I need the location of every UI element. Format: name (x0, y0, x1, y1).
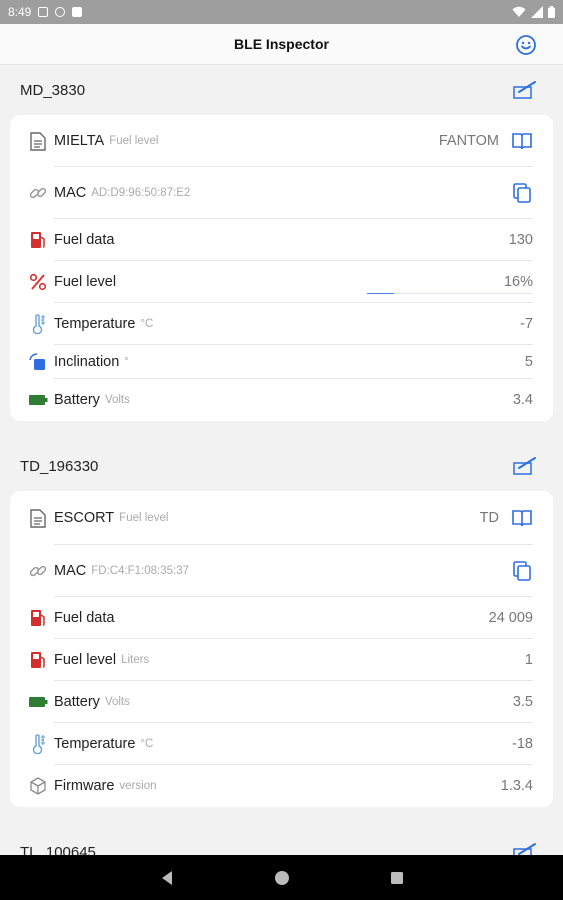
battery-icon (28, 692, 48, 712)
thermometer-icon (28, 314, 48, 334)
device-list: MD_3830 MIELTA Fuel level FANTOM MAC AD:… (0, 65, 563, 855)
row-label: Inclination (54, 354, 120, 370)
system-nav-bar (0, 855, 563, 900)
row-value: -7 (520, 316, 533, 332)
row-label: Fuel data (54, 610, 115, 626)
page-title: BLE Inspector (234, 36, 329, 52)
app-bar: BLE Inspector (0, 24, 563, 65)
notification-icon (38, 7, 49, 17)
device-name: TD_196330 (20, 457, 99, 475)
list-item: Firmware version 1.3.4 (10, 765, 553, 807)
signal-icon (531, 6, 543, 18)
mac-address: FD:C4:F1:08:35:37 (91, 565, 190, 577)
inclination-icon (28, 352, 48, 372)
link-icon (28, 561, 48, 581)
percent-icon (28, 272, 48, 292)
row-sublabel: °C (140, 738, 154, 750)
battery-icon (28, 390, 48, 410)
back-icon[interactable] (160, 870, 174, 886)
row-label: Fuel data (54, 232, 115, 248)
row-sublabel: Liters (121, 654, 150, 666)
device-card: MIELTA Fuel level FANTOM MAC AD:D9:96:50… (10, 115, 553, 421)
list-item: Fuel data 130 (10, 219, 553, 261)
wifi-icon (512, 6, 526, 17)
link-icon (28, 183, 48, 203)
device-name: MD_3830 (20, 81, 86, 99)
list-item: Battery Volts 3.5 (10, 681, 553, 723)
book-icon[interactable] (511, 130, 533, 152)
list-item: Fuel data 24 009 (10, 597, 553, 639)
copy-icon[interactable] (511, 182, 533, 204)
list-item: MAC FD:C4:F1:08:35:37 (10, 545, 553, 597)
book-icon[interactable] (511, 507, 533, 529)
fuel-pump-icon (28, 230, 48, 250)
list-item: Fuel level 16% (10, 261, 553, 303)
row-sublabel: Fuel level (119, 512, 169, 524)
fuel-level-progress-fill (367, 292, 394, 294)
row-value: 130 (508, 232, 533, 248)
row-label: ESCORT (54, 510, 115, 526)
row-sublabel: ° (124, 356, 129, 368)
edit-icon[interactable] (513, 80, 537, 100)
row-value: 16% (503, 274, 533, 290)
status-bar: 8:49 (0, 0, 563, 24)
list-item: Inclination ° 5 (10, 345, 553, 379)
document-icon (28, 508, 48, 528)
row-value: 3.5 (512, 694, 533, 710)
fuel-level-progress (367, 292, 533, 294)
cube-icon (28, 776, 48, 796)
row-value: 3.4 (512, 392, 533, 408)
copy-icon[interactable] (511, 560, 533, 582)
battery-status-icon (548, 6, 555, 18)
list-item: MIELTA Fuel level FANTOM (10, 115, 553, 167)
list-item: Battery Volts 3.4 (10, 379, 553, 421)
row-label: MIELTA (54, 133, 105, 149)
row-label: Fuel level (54, 652, 117, 668)
thermometer-icon (28, 734, 48, 754)
smile-icon[interactable] (515, 34, 537, 56)
device-card: ESCORT Fuel level TD MAC FD:C4:F1:08:35:… (10, 491, 553, 807)
row-sublabel: Volts (104, 394, 130, 406)
list-item: MAC AD:D9:96:50:87:E2 (10, 167, 553, 219)
device-header: MD_3830 (0, 65, 563, 115)
row-value: 24 009 (488, 610, 533, 626)
row-value: FANTOM (438, 133, 499, 149)
fuel-pump-icon (28, 608, 48, 628)
list-item: ESCORT Fuel level TD (10, 491, 553, 545)
device-header: TD_196330 (0, 441, 563, 491)
row-label: MAC (54, 185, 87, 201)
row-value: 5 (524, 354, 533, 370)
row-label: Battery (54, 694, 100, 710)
row-label: Temperature (54, 316, 136, 332)
row-sublabel: Fuel level (109, 135, 159, 147)
row-label: Temperature (54, 736, 136, 752)
row-value: 1.3.4 (500, 778, 533, 794)
row-label: Battery (54, 392, 100, 408)
list-item: Temperature °C -18 (10, 723, 553, 765)
fuel-pump-icon (28, 650, 48, 670)
recents-icon[interactable] (390, 871, 404, 885)
row-value: 1 (524, 652, 533, 668)
row-sublabel: Volts (104, 696, 130, 708)
list-item: Temperature °C -7 (10, 303, 553, 345)
device-name: TL_100645 (20, 843, 96, 856)
row-value: -18 (512, 736, 533, 752)
row-label: Firmware (54, 778, 115, 794)
home-icon[interactable] (274, 870, 290, 886)
row-label: Fuel level (54, 274, 117, 290)
row-label: MAC (54, 563, 87, 579)
clock: 8:49 (8, 5, 32, 19)
sd-card-icon (72, 7, 83, 17)
notification-icon (55, 7, 66, 17)
list-item: Fuel level Liters 1 (10, 639, 553, 681)
edit-icon[interactable] (513, 842, 537, 855)
device-header: TL_100645 (0, 827, 563, 855)
row-sublabel: °C (140, 318, 154, 330)
document-icon (28, 131, 48, 151)
mac-address: AD:D9:96:50:87:E2 (91, 187, 191, 199)
row-sublabel: version (119, 780, 157, 792)
edit-icon[interactable] (513, 456, 537, 476)
row-value: TD (479, 510, 499, 526)
